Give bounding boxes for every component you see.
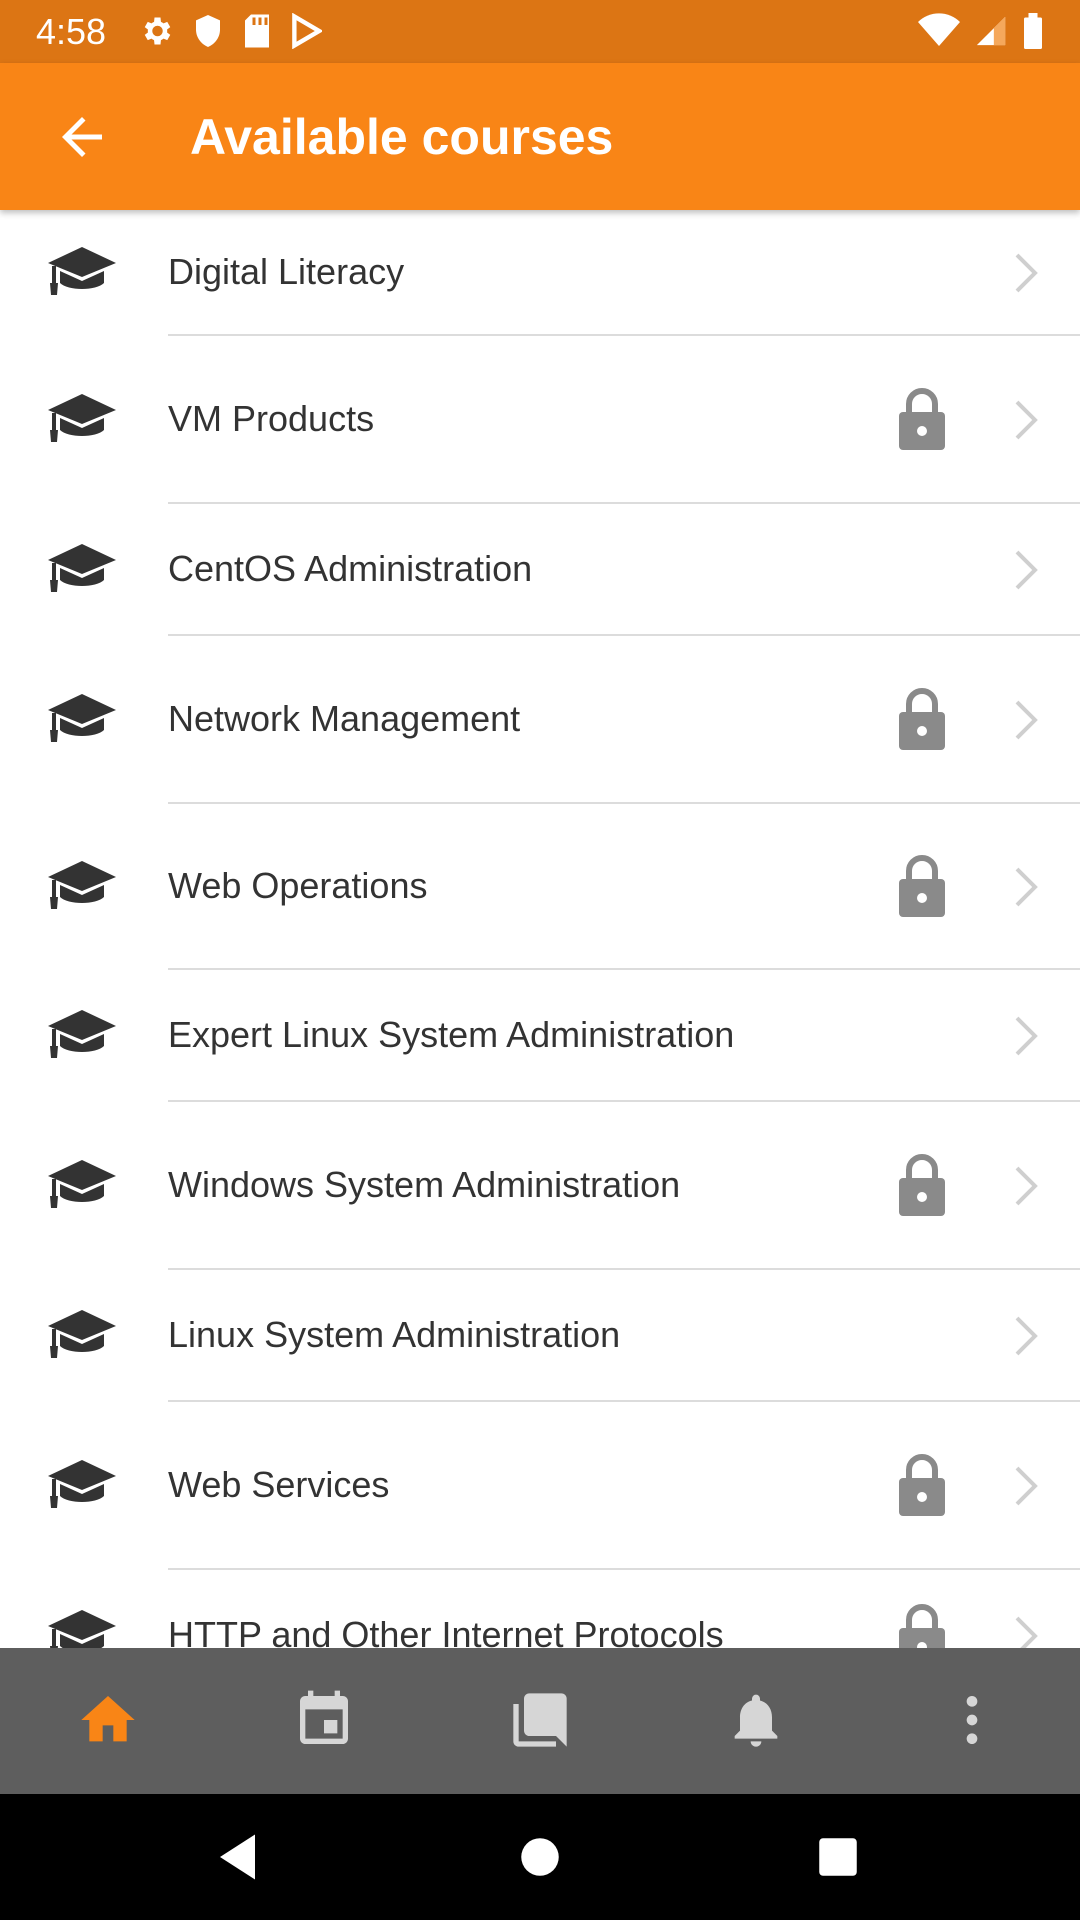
graduation-cap-icon (44, 1004, 120, 1069)
course-name: Digital Literacy (168, 251, 405, 292)
graduation-cap-icon (44, 241, 120, 306)
more-vert-icon (940, 1688, 1004, 1752)
graduation-cap-icon (44, 1454, 120, 1519)
status-bar: 4:58 (0, 0, 1080, 63)
lock-icon (896, 853, 948, 924)
course-row[interactable]: Web Services (0, 1402, 1080, 1570)
signal-icon (974, 13, 1008, 49)
back-button[interactable] (52, 107, 112, 167)
lock-icon (896, 686, 948, 757)
nav-bell-button[interactable] (724, 1688, 788, 1752)
system-recents-button[interactable] (808, 1827, 868, 1887)
calendar-icon (292, 1688, 356, 1752)
course-row[interactable]: Expert Linux System Administration (0, 970, 1080, 1102)
system-home-button[interactable] (510, 1827, 570, 1887)
chevron-right-icon (1012, 1014, 1040, 1063)
course-name: CentOS Administration (168, 548, 533, 589)
course-list: Digital Literacy VM Products CentOS Admini… (0, 210, 1080, 1648)
system-back-button[interactable] (210, 1827, 270, 1887)
recents-square-icon (819, 1838, 857, 1876)
status-time: 4:58 (36, 11, 107, 52)
nav-home-button[interactable] (76, 1688, 140, 1752)
lock-icon (896, 1602, 948, 1648)
home-icon (76, 1688, 140, 1752)
chevron-right-icon (1012, 251, 1040, 300)
graduation-cap-icon (44, 855, 120, 920)
course-name: VM Products (168, 398, 375, 439)
back-triangle-icon (220, 1834, 255, 1880)
shield-icon (192, 13, 224, 49)
chevron-right-icon (1012, 398, 1040, 447)
sd-card-icon (242, 13, 272, 49)
graduation-cap-icon (44, 1604, 120, 1648)
arrow-back-icon (62, 117, 102, 157)
bell-icon (724, 1688, 788, 1752)
chevron-right-icon (1012, 865, 1040, 914)
graduation-cap-icon (44, 1304, 120, 1369)
course-row[interactable]: Windows System Administration (0, 1102, 1080, 1270)
battery-icon (1022, 13, 1044, 49)
course-row[interactable]: Web Operations (0, 804, 1080, 970)
chevron-right-icon (1012, 1314, 1040, 1363)
lock-icon (896, 1452, 948, 1523)
course-name: Web Services (168, 1464, 390, 1505)
course-row[interactable]: CentOS Administration (0, 504, 1080, 636)
course-name: Network Management (168, 698, 521, 739)
bottom-nav (0, 1648, 1080, 1794)
chevron-right-icon (1012, 548, 1040, 597)
course-name: Web Operations (168, 865, 428, 906)
course-row[interactable]: VM Products (0, 336, 1080, 504)
chevron-right-icon (1012, 1164, 1040, 1213)
gear-icon (138, 13, 174, 49)
course-row[interactable]: HTTP and Other Internet Protocols (0, 1570, 1080, 1648)
home-circle-icon (521, 1838, 559, 1876)
course-name: HTTP and Other Internet Protocols (168, 1614, 724, 1648)
course-row[interactable]: Network Management (0, 636, 1080, 804)
messages-icon (508, 1688, 572, 1752)
course-row[interactable]: Linux System Administration (0, 1270, 1080, 1402)
nav-calendar-button[interactable] (292, 1688, 356, 1752)
graduation-cap-icon (44, 1154, 120, 1219)
course-row[interactable]: Digital Literacy (0, 210, 1080, 336)
chevron-right-icon (1012, 1464, 1040, 1513)
page-title: Available courses (190, 109, 614, 165)
course-name: Windows System Administration (168, 1164, 681, 1205)
app-bar: Available courses (0, 63, 1080, 210)
system-nav (0, 1794, 1080, 1920)
graduation-cap-icon (44, 538, 120, 603)
graduation-cap-icon (44, 388, 120, 453)
course-name: Linux System Administration (168, 1314, 621, 1355)
graduation-cap-icon (44, 688, 120, 753)
wifi-icon (918, 13, 960, 49)
lock-icon (896, 386, 948, 457)
nav-messages-button[interactable] (508, 1688, 572, 1752)
course-name: Expert Linux System Administration (168, 1014, 735, 1055)
nav-more-vert-button[interactable] (940, 1688, 1004, 1752)
play-store-icon (290, 13, 322, 49)
chevron-right-icon (1012, 1614, 1040, 1648)
chevron-right-icon (1012, 698, 1040, 747)
lock-icon (896, 1152, 948, 1223)
